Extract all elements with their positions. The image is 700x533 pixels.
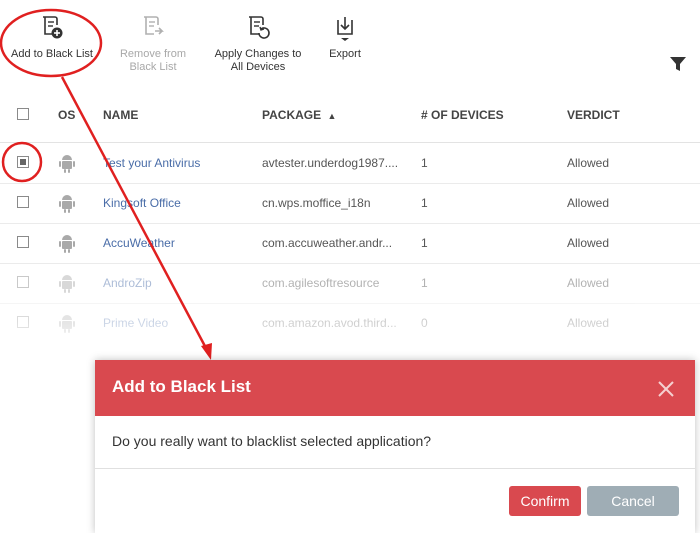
verdict-cell: Allowed	[567, 196, 610, 210]
android-icon	[59, 275, 75, 293]
dialog-message: Do you really want to blacklist selected…	[112, 433, 432, 449]
devices-cell: 1	[421, 196, 428, 210]
android-icon	[59, 155, 75, 173]
blacklist-confirm-dialog: Add to Black List Do you really want to …	[95, 360, 695, 533]
android-icon	[59, 235, 75, 253]
header-package-label: PACKAGE	[262, 108, 322, 122]
table-row[interactable]: AccuWeather com.accuweather.andr... 1 Al…	[0, 223, 700, 264]
filter-icon[interactable]	[668, 54, 688, 74]
row-checkbox[interactable]	[17, 156, 29, 168]
table-row[interactable]: AndroZip com.agilesoftresource 1 Allowed	[0, 263, 700, 304]
devices-cell: 1	[421, 276, 428, 290]
android-icon	[59, 195, 75, 213]
header-devices[interactable]: # OF DEVICES	[421, 108, 504, 122]
remove-from-label-line1: Remove from	[119, 48, 187, 60]
devices-cell: 1	[421, 236, 428, 250]
package-cell: com.accuweather.andr...	[262, 236, 393, 250]
app-name-link[interactable]: AccuWeather	[103, 236, 175, 250]
row-checkbox[interactable]	[17, 236, 29, 248]
confirm-button[interactable]: Confirm	[509, 486, 581, 516]
apply-changes-button[interactable]: Apply Changes to All Devices	[208, 14, 308, 74]
app-name-link[interactable]: Kingsoft Office	[103, 196, 181, 210]
add-to-black-list-label: Add to Black List	[11, 48, 93, 60]
remove-from-label-line2: Black List	[129, 61, 177, 73]
dialog-divider	[95, 468, 695, 469]
close-icon[interactable]	[657, 380, 675, 398]
table-row[interactable]: Kingsoft Office cn.wps.moffice_i18n 1 Al…	[0, 183, 700, 224]
export-icon	[337, 17, 353, 41]
table-row[interactable]: Test your Antivirus avtester.underdog198…	[0, 143, 700, 184]
devices-cell: 1	[421, 156, 428, 170]
table-header: OS NAME PACKAGE ▲ # OF DEVICES VERDICT	[0, 90, 700, 143]
apply-changes-label-line1: Apply Changes to	[214, 48, 302, 60]
row-checkbox[interactable]	[17, 196, 29, 208]
sort-ascending-icon: ▲	[327, 111, 337, 121]
package-cell: cn.wps.moffice_i18n	[262, 196, 371, 210]
dialog-title: Add to Black List	[112, 377, 251, 396]
header-package[interactable]: PACKAGE ▲	[262, 108, 336, 122]
remove-from-black-list-button[interactable]: Remove from Black List	[108, 14, 198, 74]
package-cell: avtester.underdog1987....	[262, 156, 399, 170]
dialog-header: Add to Black List	[95, 360, 695, 416]
verdict-cell: Allowed	[567, 276, 610, 290]
apply-changes-icon	[249, 16, 270, 39]
apply-changes-label-line2: All Devices	[230, 61, 286, 73]
table-fade-overlay	[0, 320, 700, 360]
row-checkbox[interactable]	[17, 276, 29, 288]
app-name-link[interactable]: Test your Antivirus	[103, 156, 200, 170]
remove-list-icon	[144, 16, 164, 35]
verdict-cell: Allowed	[567, 236, 610, 250]
cancel-button[interactable]: Cancel	[587, 486, 679, 516]
header-verdict[interactable]: VERDICT	[567, 108, 620, 122]
header-os: OS	[58, 108, 76, 122]
export-button[interactable]: Export	[322, 14, 368, 61]
select-all-checkbox[interactable]	[17, 108, 29, 120]
header-name[interactable]: NAME	[103, 108, 138, 122]
export-label: Export	[329, 48, 361, 60]
add-to-black-list-button[interactable]: Add to Black List	[6, 14, 98, 61]
add-list-icon	[43, 16, 63, 39]
app-name-link[interactable]: AndroZip	[103, 276, 152, 290]
package-cell: com.agilesoftresource	[262, 276, 380, 290]
toolbar: Add to Black List Remove from Black List…	[0, 0, 700, 90]
verdict-cell: Allowed	[567, 156, 610, 170]
